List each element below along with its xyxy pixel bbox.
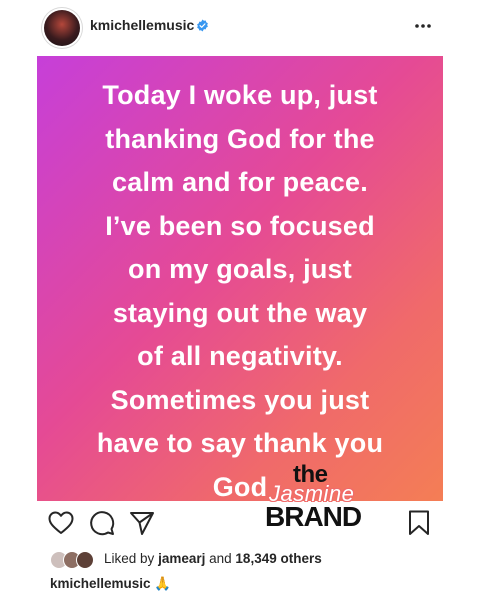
more-options-icon[interactable] [408, 14, 438, 38]
profile-avatar[interactable] [44, 10, 80, 46]
action-bar [0, 508, 480, 544]
liker-avatar[interactable] [76, 551, 94, 569]
likes-and: and [209, 551, 232, 566]
likes-row: Liked by jamearj and 18,349 others [0, 548, 480, 570]
verified-badge-icon [197, 19, 208, 32]
caption-emoji: 🙏 [154, 576, 172, 591]
bookmark-icon[interactable] [404, 508, 434, 538]
likes-summary: Liked by jamearj and 18,349 others [104, 551, 322, 566]
likes-count[interactable]: 18,349 others [235, 551, 321, 566]
post-quote-text: Today I woke up, just thanking God for t… [96, 80, 384, 501]
likes-prefix: Liked by [104, 551, 155, 566]
share-icon[interactable] [127, 508, 157, 538]
liker-username[interactable]: jamearj [158, 551, 205, 566]
comment-icon[interactable] [87, 508, 117, 538]
post-username[interactable]: kmichellemusic [90, 17, 194, 33]
caption-username[interactable]: kmichellemusic [50, 576, 151, 591]
heart-icon[interactable] [46, 508, 76, 538]
post-image[interactable]: Today I woke up, just thanking God for t… [37, 56, 443, 501]
post-header: kmichellemusic [0, 0, 480, 56]
post-caption: kmichellemusic 🙏 [50, 576, 171, 592]
